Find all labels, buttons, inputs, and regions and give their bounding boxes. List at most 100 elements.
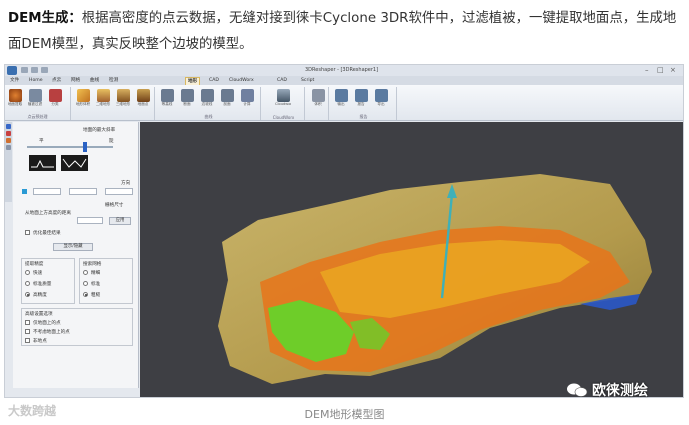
tab-cloud[interactable]: 点云	[50, 77, 63, 85]
volume-button[interactable]: 体积	[310, 89, 326, 111]
minimize-icon[interactable]: –	[645, 66, 649, 75]
mountain-3d-icon	[116, 89, 130, 102]
accuracy-high-label: 高精度	[33, 293, 47, 298]
output-button[interactable]: 输出	[333, 89, 349, 111]
ground-extract-button[interactable]: 地面提取	[7, 89, 23, 111]
slope-slider[interactable]	[27, 142, 113, 152]
save-disk-icon	[374, 89, 388, 102]
tab-curve[interactable]: 曲线	[88, 77, 101, 85]
classify-button[interactable]: 分类	[47, 89, 63, 111]
accuracy-high-radio[interactable]	[25, 292, 30, 297]
tab-cad-2[interactable]: CAD	[275, 77, 289, 85]
dock-tab-info-icon[interactable]	[6, 145, 11, 150]
exclude-above-label: 不考虑地面上的点	[33, 330, 70, 335]
magnet-icon	[200, 89, 214, 102]
apply-button[interactable]: 应用	[109, 217, 131, 225]
grid-size-label: 栅格尺寸	[105, 203, 124, 208]
accuracy-title: 提取精度	[25, 262, 44, 267]
terrain-3d-button[interactable]: 三维地形	[115, 89, 131, 111]
group-label-preprocess: 点云预处理	[27, 114, 48, 119]
slope-line-button[interactable]: 边坡线	[199, 89, 215, 111]
dock-tab-tree-icon[interactable]	[6, 124, 11, 129]
profile-steep-preview	[61, 155, 88, 171]
optimize-checkbox[interactable]	[25, 230, 30, 235]
vegetation-filter-button[interactable]: 植被过滤	[27, 89, 43, 111]
group-label-cloudworx: CloudWorx	[272, 115, 295, 120]
terrain-volume-button[interactable]: 地形体积	[75, 89, 91, 111]
tab-cloudworx[interactable]: CloudWorx	[227, 77, 256, 85]
accuracy-standard-label: 标准质量	[33, 282, 52, 287]
redo-icon[interactable]	[41, 67, 48, 73]
tab-terrain[interactable]: 地形	[185, 77, 201, 85]
dock-tab-properties-icon[interactable]	[6, 131, 11, 136]
show-hide-button[interactable]: 显示/隐藏	[53, 243, 93, 251]
direction-y-field[interactable]	[69, 188, 97, 195]
slope-slider-thumb[interactable]	[83, 142, 87, 152]
tab-home[interactable]: Home	[27, 77, 45, 85]
magnet-icon	[220, 89, 234, 102]
accuracy-fast-radio[interactable]	[25, 270, 30, 275]
save-icon[interactable]	[21, 67, 28, 73]
report-button[interactable]: 报告	[353, 89, 369, 111]
ribbon-group-cloudworx: Cloudworx CloudWorx	[263, 87, 305, 120]
ruler-icon	[311, 89, 325, 102]
dock-tab-layers-icon[interactable]	[6, 138, 11, 143]
accuracy-standard-radio[interactable]	[25, 281, 30, 286]
report-icon	[354, 89, 368, 102]
ribbon-group-curve: 等高线 断面 边坡线 剖面 计算 曲线	[157, 87, 261, 120]
profile-flat-preview	[29, 155, 56, 171]
intro-label: DEM生成：	[8, 11, 82, 26]
grid-fine-label: 精细	[91, 271, 101, 276]
app-logo-icon[interactable]	[7, 66, 17, 75]
export-icon	[334, 89, 348, 102]
cloudworx-button[interactable]: Cloudworx	[275, 89, 291, 111]
terrain-icon	[136, 89, 150, 102]
watermark-brand: 欧徕测绘	[566, 380, 648, 400]
undo-icon[interactable]	[31, 67, 38, 73]
magnet-icon	[180, 89, 194, 102]
tab-file[interactable]: 文件	[8, 77, 21, 85]
grid-fine-radio[interactable]	[83, 270, 88, 275]
tab-cad[interactable]: CAD	[207, 77, 221, 85]
grid-standard-radio[interactable]	[83, 281, 88, 286]
optimize-label: 优化最佳结果	[33, 231, 61, 236]
article-intro: DEM生成：根据高密度的点云数据，无缝对接到徕卡Cyclone 3DR软件中，过…	[8, 6, 684, 58]
profile-button[interactable]: 剖面	[219, 89, 235, 111]
height-distance-field[interactable]	[77, 217, 103, 224]
compute-button[interactable]: 计算	[239, 89, 255, 111]
software-screenshot: 3DReshaper - [3DReshaper1] – □ × 文件 Home…	[4, 64, 684, 398]
section-button[interactable]: 断面	[179, 89, 195, 111]
tree-icon	[28, 89, 42, 102]
advanced-title: 高级设置选项	[25, 312, 53, 317]
non-ground-label: 非地点	[33, 339, 47, 344]
ribbon-group-preprocess: 地面提取 植被过滤 分类 点云预处理	[5, 87, 71, 120]
direction-checkbox[interactable]	[22, 189, 27, 194]
exclude-above-checkbox[interactable]	[25, 329, 30, 334]
grid-coarse-radio[interactable]	[83, 292, 88, 297]
window-title: 3DReshaper - [3DReshaper1]	[305, 67, 379, 73]
close-icon[interactable]: ×	[670, 66, 676, 75]
direction-x-field[interactable]	[33, 188, 61, 195]
contour-button[interactable]: 等高线	[159, 89, 175, 111]
tab-inspect[interactable]: 检测	[107, 77, 120, 85]
non-ground-checkbox[interactable]	[25, 338, 30, 343]
direction-z-field[interactable]	[105, 188, 133, 195]
ribbon-group-volume: 体积	[307, 87, 329, 120]
accuracy-fast-label: 快速	[33, 271, 43, 276]
export-button[interactable]: 导出	[373, 89, 389, 111]
group-label-report: 报告	[359, 114, 368, 119]
maximize-icon[interactable]: □	[657, 66, 664, 75]
group-label-curve: 曲线	[204, 114, 213, 119]
ground-points-button[interactable]: 地面点	[135, 89, 151, 111]
classify-icon	[48, 89, 62, 102]
height-distance-label: 从地面上方高度的距离	[25, 211, 71, 216]
ribbon-toolbar: 地面提取 植被过滤 分类 点云预处理 地形体积 二维地形 三维地形 地面点 等高…	[5, 85, 683, 121]
ground-only-label: 仅地面上的点	[33, 321, 61, 326]
tab-mesh[interactable]: 网格	[69, 77, 82, 85]
terrain-2d-button[interactable]: 二维地形	[95, 89, 111, 111]
cloud-icon	[276, 89, 290, 102]
tab-script[interactable]: Script	[299, 77, 316, 85]
magnet-icon	[160, 89, 174, 102]
3d-viewport[interactable]	[140, 122, 683, 397]
ground-only-checkbox[interactable]	[25, 320, 30, 325]
